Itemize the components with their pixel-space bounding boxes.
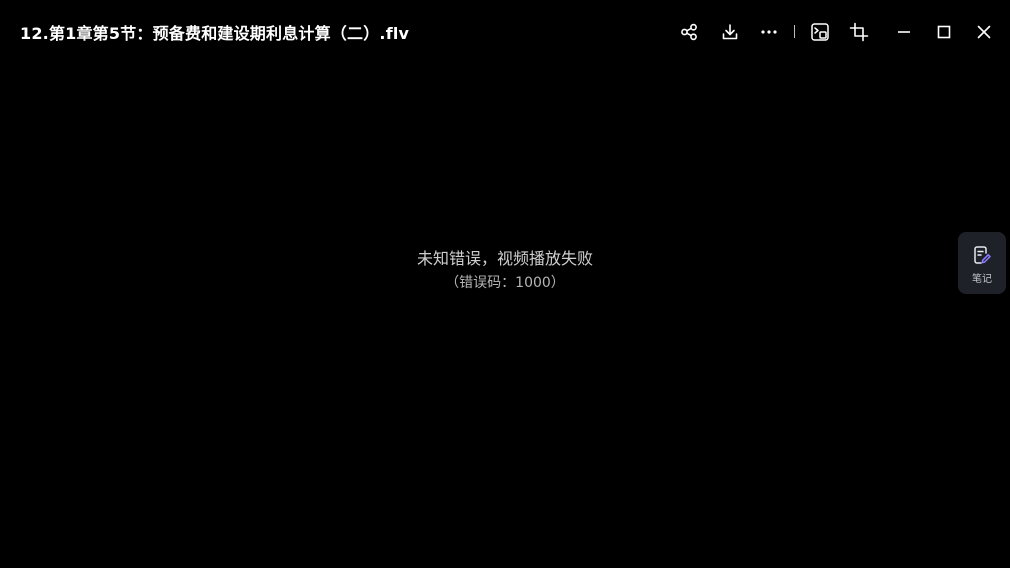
- error-code: （错误码：1000）: [445, 275, 565, 291]
- video-player-window: 12.第1章第5节：预备费和建设期利息计算（二）.flv 未知错误，视频播放失败…: [0, 0, 1010, 568]
- window-title: 12.第1章第5节：预备费和建设期利息计算（二）.flv: [20, 24, 410, 43]
- screen-capture-button[interactable]: [804, 16, 836, 48]
- notes-icon: [972, 245, 992, 265]
- screen-capture-icon: [810, 22, 830, 42]
- notes-button[interactable]: 笔记: [958, 232, 1006, 294]
- share-button[interactable]: [673, 16, 705, 48]
- close-icon: [976, 24, 992, 40]
- close-button[interactable]: [968, 16, 1000, 48]
- minimize-button[interactable]: [888, 16, 920, 48]
- maximize-icon: [936, 24, 952, 40]
- crop-button[interactable]: [843, 16, 875, 48]
- playback-error: 未知错误，视频播放失败 （错误码：1000）: [0, 246, 1010, 294]
- maximize-button[interactable]: [928, 16, 960, 48]
- notes-label: 笔记: [972, 274, 992, 285]
- error-message: 未知错误，视频播放失败: [416, 249, 593, 268]
- download-icon: [721, 23, 739, 41]
- toolbar-divider: [794, 25, 795, 38]
- minimize-icon: [896, 24, 912, 40]
- title-bar: 12.第1章第5节：预备费和建设期利息计算（二）.flv: [0, 0, 1010, 64]
- more-button[interactable]: [753, 16, 785, 48]
- download-button[interactable]: [714, 16, 746, 48]
- more-icon: [760, 23, 778, 41]
- share-icon: [680, 23, 698, 41]
- crop-icon: [849, 22, 869, 42]
